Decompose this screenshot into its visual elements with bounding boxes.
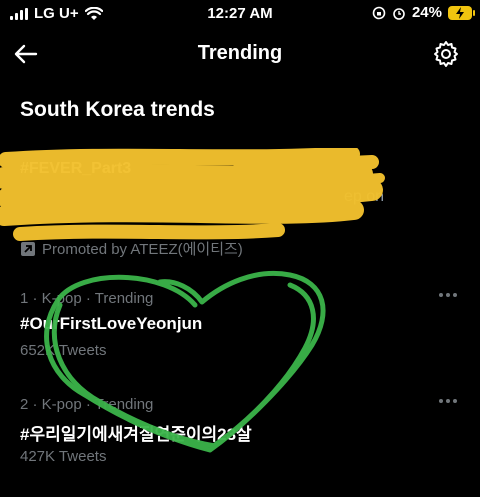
trend-name: #OurFirstLoveYeonjun — [20, 314, 203, 333]
gear-icon[interactable] — [432, 40, 460, 68]
battery-percent: 24% — [411, 4, 442, 21]
trend-count: 652K Tweets — [20, 342, 107, 359]
status-bar: LG U+ 12:27 AM 24% — [0, 0, 480, 28]
promoted-icon — [21, 241, 35, 256]
status-right: 24% — [372, 4, 475, 21]
alarm-icon — [393, 7, 405, 20]
rotation-lock-icon — [372, 6, 386, 19]
trend-name: #우리일기에새겨질연준이의23살 — [20, 425, 252, 444]
more-options-icon[interactable] — [438, 396, 458, 406]
promoted-text: Promoted by ATEEZ(에이티즈) — [42, 241, 243, 258]
trend-meta: 1 · K-pop · Trending — [20, 290, 154, 307]
trend-count: 427K Tweets — [20, 448, 107, 465]
promoted-label: Promoted by ATEEZ(에이티즈) — [20, 238, 243, 259]
nav-header: Trending — [0, 30, 480, 78]
page-title: Trending — [197, 42, 283, 64]
more-options-icon[interactable] — [438, 290, 458, 300]
trend-meta: 2 · K-pop · Trending — [20, 396, 154, 413]
trend-item-1[interactable]: 1 · K-pop · Trending #OurFirstLoveYeonju… — [0, 290, 480, 370]
trend-item-2[interactable]: 2 · K-pop · Trending #우리일기에새겨질연준이의23살 42… — [0, 396, 480, 476]
battery-icon — [448, 5, 475, 20]
section-title: South Korea trends — [20, 98, 215, 121]
